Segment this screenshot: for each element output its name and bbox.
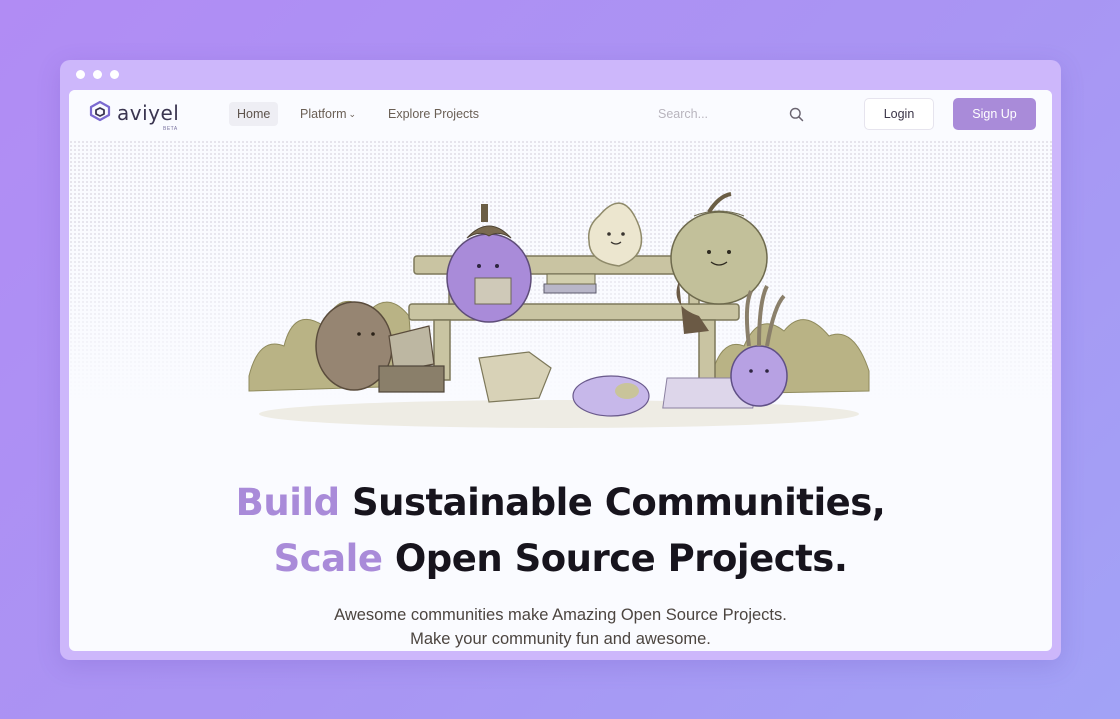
garlic-character xyxy=(587,202,643,267)
headline-line1-rest: Sustainable Communities, xyxy=(351,481,886,524)
page-viewport: aviyel BETA Home Platform ⌄ Explore Proje… xyxy=(69,90,1052,651)
nav-explore-projects[interactable]: Explore Projects xyxy=(388,107,479,121)
signup-button[interactable]: Sign Up xyxy=(953,98,1036,130)
subtitle-line-2: Make your community fun and awesome. xyxy=(410,630,711,648)
window-controls xyxy=(76,70,119,79)
headline-accent-build: Build xyxy=(235,481,340,524)
hero-illustration xyxy=(239,186,879,451)
window-dot-maximize[interactable] xyxy=(110,70,119,79)
headline-accent-scale: Scale xyxy=(273,537,383,580)
window-dot-minimize[interactable] xyxy=(93,70,102,79)
nav-platform-label: Platform xyxy=(300,107,347,121)
search-icon[interactable] xyxy=(789,107,804,127)
beta-tag: BETA xyxy=(163,126,178,132)
eggplant-character xyxy=(446,204,532,323)
nav-platform[interactable]: Platform ⌄ xyxy=(300,107,356,121)
headline-line2-rest: Open Source Projects. xyxy=(394,537,848,580)
lavender-sack xyxy=(572,375,650,417)
window-dot-close[interactable] xyxy=(76,70,85,79)
books-stack xyxy=(543,273,597,294)
aviyel-logo-icon xyxy=(87,99,113,123)
search-input[interactable] xyxy=(649,101,778,127)
search-box xyxy=(649,101,809,127)
cardboard-box xyxy=(478,351,552,403)
subtitle-line-1: Awesome communities make Amazing Open So… xyxy=(334,606,787,624)
chevron-down-icon: ⌄ xyxy=(348,109,357,119)
brand-logo[interactable]: aviyel BETA xyxy=(87,99,180,132)
brand-name: aviyel xyxy=(117,101,180,125)
top-navbar: aviyel BETA Home Platform ⌄ Explore Proje… xyxy=(69,90,1052,140)
nav-home[interactable]: Home xyxy=(229,102,279,126)
hero-subtitle: Awesome communities make Amazing Open So… xyxy=(69,603,1052,651)
browser-window: aviyel BETA Home Platform ⌄ Explore Proje… xyxy=(60,60,1061,660)
hero-headline: Build Sustainable Communities, Scale Ope… xyxy=(69,475,1052,587)
login-button[interactable]: Login xyxy=(864,98,934,130)
